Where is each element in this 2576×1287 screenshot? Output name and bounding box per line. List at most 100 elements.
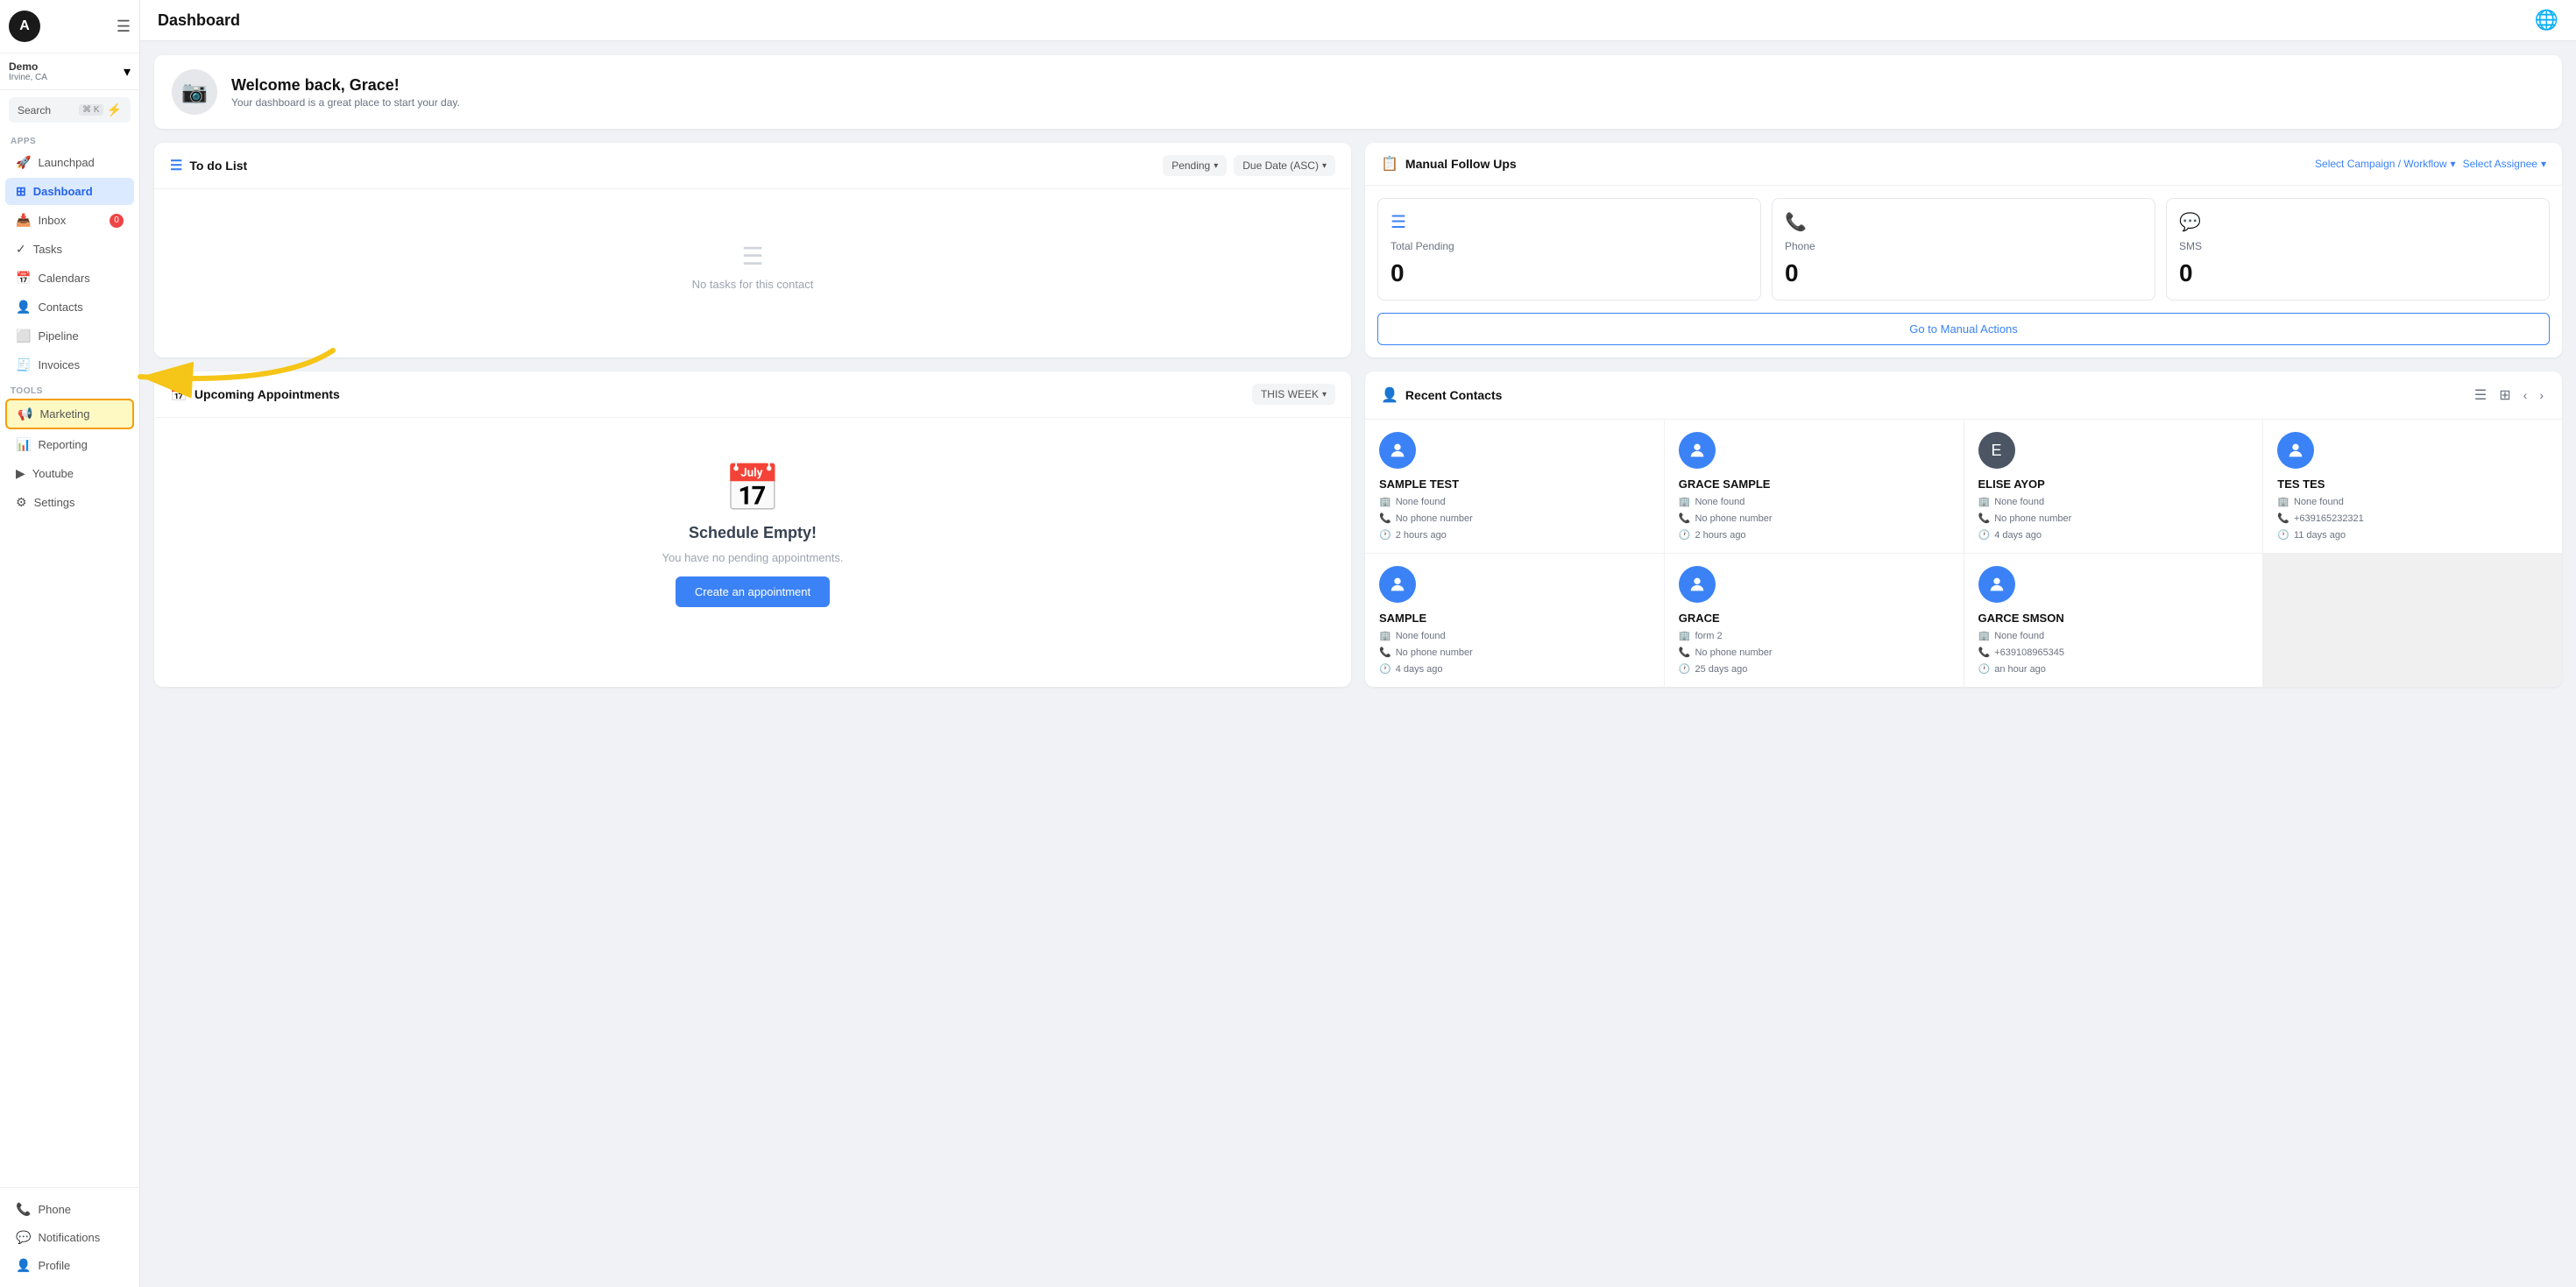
phone-detail-icon: 📞	[2277, 513, 2289, 524]
contact-avatar	[2277, 432, 2314, 469]
time-text: 2 hours ago	[1695, 530, 1745, 541]
sidebar-item-contacts[interactable]: 👤 Contacts	[5, 293, 134, 321]
appointments-actions: THIS WEEK ▾	[1252, 384, 1335, 405]
account-info: Demo Irvine, CA	[9, 60, 47, 82]
todo-header: ☰ To do List Pending ▾ Due Date (ASC) ▾	[154, 143, 1351, 189]
contact-name: GRACE SAMPLE	[1679, 477, 1950, 491]
contact-avatar: E	[1978, 432, 2015, 469]
sidebar-item-settings[interactable]: ⚙ Settings	[5, 489, 134, 516]
contact-detail-phone: 📞No phone number	[1679, 647, 1950, 658]
contacts-icon: 👤	[16, 300, 31, 315]
contacts-title: 👤 Recent Contacts	[1381, 386, 1502, 404]
sidebar-item-launchpad[interactable]: 🚀 Launchpad	[5, 149, 134, 176]
sidebar-item-label: Phone	[38, 1203, 71, 1216]
followups-title: 📋 Manual Follow Ups	[1381, 155, 1517, 173]
phone-detail-icon: 📞	[1679, 513, 1691, 524]
contact-card[interactable]: SAMPLE🏢None found📞No phone number🕐4 days…	[1365, 554, 1664, 687]
sidebar-item-label: Dashboard	[33, 185, 93, 198]
go-to-manual-actions-btn[interactable]: Go to Manual Actions	[1377, 313, 2550, 345]
company-text: None found	[1994, 497, 2044, 507]
sidebar-item-profile[interactable]: 👤 Profile	[5, 1252, 134, 1279]
total-pending-icon: ☰	[1391, 211, 1748, 233]
contact-card[interactable]: EELISE AYOP🏢None found📞No phone number🕐4…	[1964, 420, 2263, 553]
welcome-text: Welcome back, Grace! Your dashboard is a…	[231, 76, 460, 109]
create-appointment-btn[interactable]: Create an appointment	[676, 576, 830, 607]
contact-card[interactable]: SAMPLE TEST🏢None found📞No phone number🕐2…	[1365, 420, 1664, 553]
sidebar-item-phone[interactable]: 📞 Phone	[5, 1196, 134, 1223]
contact-detail-time: 🕐 2 hours ago	[1379, 529, 1650, 541]
sidebar-item-invoices[interactable]: 🧾 Invoices	[5, 351, 134, 378]
sidebar-item-label: Youtube	[32, 467, 74, 480]
hamburger-icon[interactable]: ☰	[117, 18, 131, 36]
sidebar-item-label: Pipeline	[38, 329, 78, 343]
time-icon: 🕐	[1679, 529, 1691, 541]
this-week-filter-btn[interactable]: THIS WEEK ▾	[1252, 384, 1335, 405]
list-view-btn[interactable]: ☰	[2472, 384, 2489, 407]
globe-icon[interactable]: 🌐	[2535, 9, 2558, 32]
sidebar-item-label: Profile	[38, 1259, 70, 1272]
contact-card[interactable]: GRACE SAMPLE🏢None found📞No phone number🕐…	[1665, 420, 1964, 553]
account-section[interactable]: Demo Irvine, CA ▾	[0, 53, 139, 90]
sidebar-item-calendars[interactable]: 📅 Calendars	[5, 265, 134, 292]
launchpad-icon: 🚀	[16, 155, 31, 170]
time-text: 2 hours ago	[1396, 530, 1447, 541]
contact-detail-company: 🏢None found	[1379, 630, 1650, 641]
phone-detail-icon: 📞	[1978, 647, 1991, 658]
contact-avatar	[1978, 566, 2015, 603]
sidebar-item-marketing[interactable]: 📢 Marketing	[5, 399, 134, 429]
contact-name: ELISE AYOP	[1978, 477, 2249, 491]
todo-icon: ☰	[170, 157, 182, 174]
prev-btn[interactable]: ‹	[2521, 385, 2530, 405]
sidebar-item-tasks[interactable]: ✓ Tasks	[5, 236, 134, 263]
tools-section-label: Tools	[0, 379, 139, 398]
tasks-icon: ✓	[16, 242, 26, 257]
company-text: None found	[2294, 497, 2344, 507]
contact-detail-company: 🏢None found	[1978, 630, 2249, 641]
time-icon: 🕐	[1379, 529, 1391, 541]
sidebar-item-pipeline[interactable]: ⬜ Pipeline	[5, 322, 134, 350]
contact-card[interactable]: GRACE🏢form 2📞No phone number🕐25 days ago	[1665, 554, 1964, 687]
company-icon: 🏢	[1978, 496, 1991, 507]
pending-filter-btn[interactable]: Pending ▾	[1163, 155, 1227, 176]
search-shortcut: ⌘ K	[79, 104, 103, 116]
contact-name: GARCE SMSON	[1978, 612, 2249, 625]
sidebar-item-label: Reporting	[38, 438, 87, 451]
appointments-title-text: Upcoming Appointments	[195, 387, 340, 401]
upcoming-appointments-card: 📅 Upcoming Appointments THIS WEEK ▾ 📅 Sc…	[154, 371, 1351, 687]
contacts-header: 👤 Recent Contacts ☰ ⊞ ‹ ›	[1365, 371, 2562, 420]
sidebar-item-dashboard[interactable]: ⊞ Dashboard	[5, 178, 134, 205]
contact-detail-company: 🏢None found	[1978, 496, 2249, 507]
sidebar-item-label: Inbox	[38, 214, 66, 227]
contact-avatar	[1679, 566, 1716, 603]
sidebar-item-inbox[interactable]: 📥 Inbox 0	[5, 207, 134, 234]
phone-text: No phone number	[1396, 513, 1473, 524]
inbox-badge: 0	[110, 214, 124, 228]
company-icon: 🏢	[2277, 496, 2289, 507]
next-btn[interactable]: ›	[2537, 385, 2546, 405]
time-text: an hour ago	[1994, 664, 2046, 675]
stat-total-pending: ☰ Total Pending 0	[1377, 198, 1761, 301]
phone-text: +639165232321	[2294, 513, 2364, 524]
search-bar[interactable]: Search ⌘ K ⚡	[9, 97, 131, 123]
recent-contacts-card: 👤 Recent Contacts ☰ ⊞ ‹ › SAMPLE TEST🏢No…	[1365, 371, 2562, 687]
contact-detail-phone: 📞No phone number	[1679, 513, 1950, 524]
contact-card[interactable]: GARCE SMSON🏢None found📞+639108965345🕐an …	[1964, 554, 2263, 687]
chevron-icon: ▾	[1322, 161, 1327, 171]
sidebar-item-youtube[interactable]: ▶ Youtube	[5, 460, 134, 487]
phone-text: +639108965345	[1994, 647, 2064, 658]
followups-title-text: Manual Follow Ups	[1405, 157, 1517, 171]
sidebar-item-reporting[interactable]: 📊 Reporting	[5, 431, 134, 458]
stat-sms: 💬 SMS 0	[2166, 198, 2550, 301]
content-area: 📷 Welcome back, Grace! Your dashboard is…	[140, 41, 2576, 701]
select-assignee-btn[interactable]: Select Assignee ▾	[2463, 158, 2546, 170]
grid-view-btn[interactable]: ⊞	[2496, 384, 2513, 407]
contact-detail-time: 🕐4 days ago	[1379, 663, 1650, 675]
select-campaign-btn[interactable]: Select Campaign / Workflow ▾	[2315, 158, 2456, 170]
contacts-grid: SAMPLE TEST🏢None found📞No phone number🕐2…	[1365, 420, 2562, 687]
contact-avatar	[1379, 432, 1416, 469]
sidebar-item-notifications[interactable]: 💬 Notifications	[5, 1224, 134, 1251]
phone-text: No phone number	[1695, 647, 1772, 658]
contact-card[interactable]: TES TES🏢None found📞+639165232321🕐11 days…	[2263, 420, 2562, 553]
phone-text: No phone number	[1994, 513, 2071, 524]
due-date-filter-btn[interactable]: Due Date (ASC) ▾	[1234, 155, 1335, 176]
